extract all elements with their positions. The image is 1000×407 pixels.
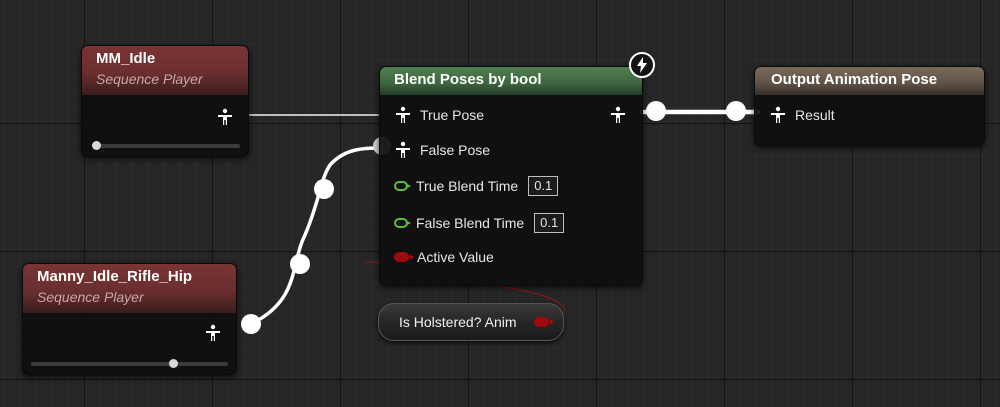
wire-manny-to-false-pose <box>250 146 382 326</box>
pose-person-icon[interactable] <box>769 106 787 124</box>
pose-person-icon[interactable] <box>609 106 627 124</box>
graph-canvas[interactable]: MM_Idle Sequence Player Manny_Idle_Rifle… <box>0 0 1000 407</box>
pin-label: True Pose <box>420 107 485 123</box>
node-subtitle: Sequence Player <box>96 71 203 87</box>
node-title: Output Animation Pose <box>771 71 938 88</box>
sequence-player-node-mm-idle[interactable]: MM_Idle Sequence Player <box>81 45 249 157</box>
playback-slider[interactable] <box>92 141 240 150</box>
false-blend-time-input[interactable]: 0.1 <box>534 213 565 233</box>
wire-knot <box>646 101 666 121</box>
pin-label: True Blend Time <box>416 178 519 194</box>
pin-result[interactable]: Result <box>769 106 835 124</box>
float-pin-icon[interactable] <box>394 181 411 191</box>
node-header: Output Animation Pose <box>755 67 984 95</box>
wire-knot <box>241 314 261 334</box>
node-header: MM_Idle Sequence Player <box>82 46 248 95</box>
pose-person-icon[interactable] <box>204 324 222 342</box>
pin-false-pose[interactable]: False Pose <box>394 141 490 159</box>
pin-active-value[interactable]: Active Value <box>394 249 494 265</box>
playback-slider[interactable] <box>31 359 228 368</box>
output-animation-pose-node[interactable]: Output Animation Pose Result <box>754 66 985 146</box>
node-title: Blend Poses by bool <box>394 71 542 88</box>
node-subtitle: Sequence Player <box>37 289 144 305</box>
pin-label: Result <box>795 107 835 123</box>
slider-knob[interactable] <box>169 359 178 368</box>
node-title: Manny_Idle_Rifle_Hip <box>37 268 193 285</box>
slider-knob[interactable] <box>92 141 101 150</box>
variable-label: Is Holstered? Anim <box>399 314 517 330</box>
bool-pin-icon[interactable] <box>534 317 554 327</box>
lightning-icon <box>629 52 655 78</box>
pose-person-icon[interactable] <box>216 108 234 126</box>
variable-node-is-holstered[interactable]: Is Holstered? Anim <box>378 303 564 341</box>
wire-knot <box>314 179 334 199</box>
pin-label: False Blend Time <box>416 215 525 231</box>
blend-poses-by-bool-node[interactable]: Blend Poses by bool True Pose False Pose… <box>379 66 643 286</box>
pin-true-blend-time[interactable]: True Blend Time 0.1 <box>394 176 559 196</box>
node-title: MM_Idle <box>96 50 156 67</box>
pose-person-icon[interactable] <box>394 106 412 124</box>
node-header: Blend Poses by bool <box>380 67 642 95</box>
true-blend-time-input[interactable]: 0.1 <box>528 176 559 196</box>
bool-pin-icon[interactable] <box>394 252 414 262</box>
sequence-player-node-manny-idle-rifle-hip[interactable]: Manny_Idle_Rifle_Hip Sequence Player <box>22 263 237 375</box>
node-header: Manny_Idle_Rifle_Hip Sequence Player <box>23 264 236 313</box>
pin-true-pose[interactable]: True Pose <box>394 106 484 124</box>
float-pin-icon[interactable] <box>394 218 411 228</box>
wire-knot <box>726 101 746 121</box>
pin-false-blend-time[interactable]: False Blend Time 0.1 <box>394 213 565 233</box>
pin-label: Active Value <box>417 249 494 265</box>
pose-person-icon[interactable] <box>394 141 412 159</box>
pin-label: False Pose <box>420 142 491 158</box>
wire-knot <box>290 254 310 274</box>
